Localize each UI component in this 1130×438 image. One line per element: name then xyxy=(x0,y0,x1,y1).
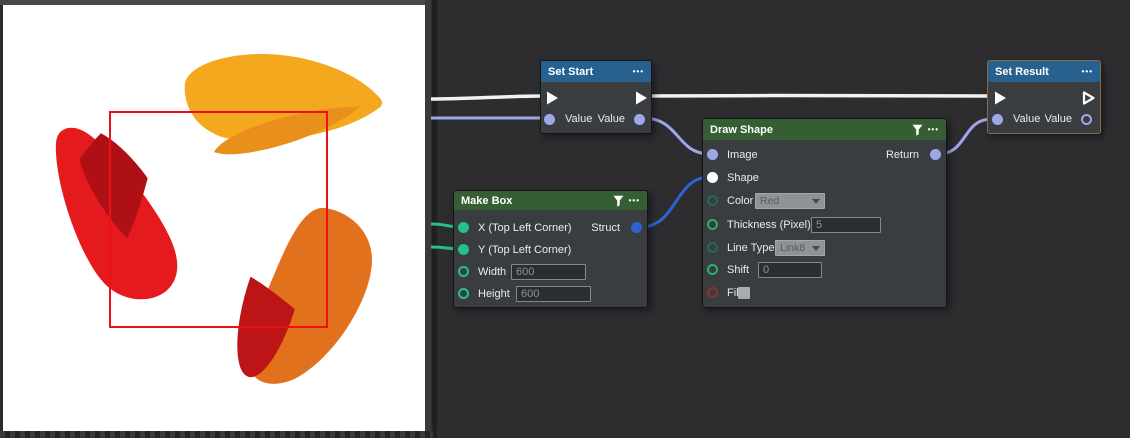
color-port[interactable] xyxy=(707,195,718,206)
color-dropdown-value: Red xyxy=(760,195,779,207)
image-label: Image xyxy=(727,150,758,161)
chevron-down-icon xyxy=(812,246,820,251)
node-titlebar[interactable]: Set Start ••• xyxy=(541,61,651,82)
width-port[interactable] xyxy=(458,266,469,277)
fill-port[interactable] xyxy=(707,287,718,298)
node-draw-shape[interactable]: Draw Shape ••• Image Return Shape Color … xyxy=(702,118,947,308)
shift-label: Shift xyxy=(727,265,749,276)
image-in-port[interactable] xyxy=(707,149,718,160)
node-title: Set Result xyxy=(995,66,1049,78)
funnel-icon xyxy=(613,195,624,207)
node-title: Make Box xyxy=(461,195,512,207)
shape-in-port[interactable] xyxy=(707,172,718,183)
value-out-port[interactable] xyxy=(634,114,645,125)
node-make-box[interactable]: Make Box ••• X (Top Left Corner) Struct … xyxy=(453,190,648,308)
pane-resize-strip[interactable] xyxy=(0,431,433,438)
image-preview-pane xyxy=(0,0,437,438)
shift-port[interactable] xyxy=(707,264,718,275)
y-in-port[interactable] xyxy=(458,244,469,255)
value-in-label: Value xyxy=(565,114,592,125)
node-title: Draw Shape xyxy=(710,124,773,136)
color-label: Color xyxy=(727,196,753,207)
exec-in-port[interactable] xyxy=(993,90,1008,106)
value-in-port[interactable] xyxy=(544,114,555,125)
value-out-label: Value xyxy=(598,114,625,125)
color-dropdown[interactable]: Red xyxy=(755,193,825,209)
node-menu-button[interactable]: ••• xyxy=(629,197,640,205)
thickness-port[interactable] xyxy=(707,219,718,230)
pane-separator[interactable] xyxy=(425,0,437,438)
width-label: Width xyxy=(478,267,506,278)
value-out-port[interactable] xyxy=(1081,114,1092,125)
preview-canvas xyxy=(3,5,425,431)
height-port[interactable] xyxy=(458,288,469,299)
value-out-label: Value xyxy=(1045,114,1072,125)
chevron-down-icon xyxy=(812,199,820,204)
value-in-port[interactable] xyxy=(992,114,1003,125)
node-set-result[interactable]: Set Result ••• Value Value xyxy=(987,60,1101,134)
node-menu-button[interactable]: ••• xyxy=(1082,68,1093,76)
fill-checkbox[interactable] xyxy=(738,287,750,299)
node-set-start[interactable]: Set Start ••• Value Value xyxy=(540,60,652,134)
node-titlebar[interactable]: Make Box ••• xyxy=(454,191,647,210)
screenshot-root: Set Start ••• Value Value Set Result •••… xyxy=(0,0,1130,438)
x-in-port[interactable] xyxy=(458,222,469,233)
shape-label: Shape xyxy=(727,173,759,184)
struct-out-port[interactable] xyxy=(631,222,642,233)
node-menu-button[interactable]: ••• xyxy=(928,126,939,134)
exec-out-port[interactable] xyxy=(634,90,649,106)
line-type-port[interactable] xyxy=(707,242,718,253)
return-out-label: Return xyxy=(886,150,919,161)
line-type-dropdown[interactable]: Link8 xyxy=(775,240,825,256)
value-in-label: Value xyxy=(1013,114,1040,125)
height-input[interactable] xyxy=(516,286,591,302)
exec-out-port[interactable] xyxy=(1081,90,1096,106)
height-label: Height xyxy=(478,289,510,300)
node-menu-button[interactable]: ••• xyxy=(633,68,644,76)
line-type-dropdown-value: Link8 xyxy=(780,242,805,254)
preview-image xyxy=(3,5,425,431)
thickness-input[interactable] xyxy=(811,217,881,233)
funnel-icon xyxy=(912,124,923,136)
exec-in-port[interactable] xyxy=(545,90,560,106)
node-titlebar[interactable]: Draw Shape ••• xyxy=(703,119,946,140)
thickness-label: Thickness (Pixel) xyxy=(727,220,811,231)
width-input[interactable] xyxy=(511,264,586,280)
y-label: Y (Top Left Corner) xyxy=(478,245,571,256)
shift-input[interactable] xyxy=(758,262,822,278)
node-titlebar[interactable]: Set Result ••• xyxy=(988,61,1100,82)
node-title: Set Start xyxy=(548,66,593,78)
line-type-label: Line Type xyxy=(727,243,775,254)
return-out-port[interactable] xyxy=(930,149,941,160)
x-label: X (Top Left Corner) xyxy=(478,223,572,234)
struct-out-label: Struct xyxy=(591,223,620,234)
